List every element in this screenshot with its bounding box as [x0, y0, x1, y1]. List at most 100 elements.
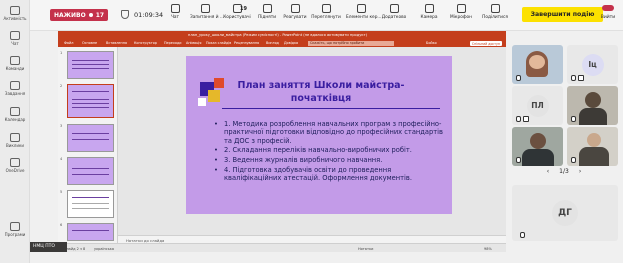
- bullet-item: 2. Складання переліків навчально-виробни…: [214, 146, 446, 155]
- rail-item-chat[interactable]: Чат: [0, 31, 30, 46]
- ppt-tab[interactable]: Переходи: [164, 41, 182, 45]
- bell-icon: [10, 6, 20, 15]
- participant-count: 19: [240, 6, 247, 12]
- participant-photo: [522, 149, 554, 166]
- mic-icon: [571, 157, 576, 163]
- chat-icon: [10, 31, 20, 40]
- participant-tile[interactable]: [567, 86, 618, 125]
- rail-item-teams[interactable]: Команди: [0, 56, 30, 71]
- qa-button[interactable]: Запитання й ...: [190, 4, 224, 20]
- mic-icon: [516, 157, 521, 163]
- slide-thumbnail[interactable]: [67, 223, 114, 241]
- end-event-button[interactable]: Завершити подію: [522, 7, 603, 22]
- bullet-item: 1. Методика розроблення навчальних прогр…: [214, 120, 446, 145]
- slide-thumbnail-selected[interactable]: [67, 84, 114, 118]
- slide-thumbnail[interactable]: [67, 124, 114, 152]
- avatar: ДГ: [552, 200, 578, 226]
- camera-off-icon: [523, 116, 529, 122]
- decor-square: [208, 90, 220, 102]
- apps-icon: [10, 222, 20, 231]
- rail-item-apps[interactable]: Програми: [0, 222, 30, 237]
- ppt-tab[interactable]: Показ слайдів: [206, 41, 231, 45]
- avatar: Іц: [581, 53, 604, 76]
- slide-thumbnail[interactable]: [67, 157, 114, 185]
- viewer-count: 17: [95, 11, 105, 19]
- live-label: НАЖИВО: [54, 11, 86, 19]
- ppt-tab[interactable]: Анімація: [186, 41, 201, 45]
- chat-button[interactable]: Чат: [160, 4, 190, 20]
- share-icon: [490, 4, 500, 13]
- current-slide[interactable]: План заняття Школи майстра-початківця 1.…: [186, 56, 452, 214]
- ppt-tab[interactable]: Вставлення: [106, 41, 127, 45]
- participant-photo: [579, 108, 607, 125]
- slide-thumbnail[interactable]: [67, 190, 114, 218]
- slide-thumbnail[interactable]: [67, 51, 114, 79]
- ppt-tab[interactable]: Основне: [82, 41, 97, 45]
- language-indicator: українська: [94, 246, 115, 251]
- react-button[interactable]: Реагувати: [280, 4, 310, 20]
- teams-icon: [10, 56, 20, 65]
- decor-square: [198, 98, 206, 106]
- participant-pager: ‹ 1/3 ›: [514, 168, 614, 175]
- view-icon: [321, 4, 331, 13]
- mic-off-icon: [520, 232, 525, 238]
- ppt-tab[interactable]: Конструктор: [134, 41, 157, 45]
- rail-item-calls[interactable]: Виклики: [0, 133, 30, 148]
- raise-hand-button[interactable]: Підняти: [252, 4, 282, 20]
- assignments-icon: [10, 81, 20, 90]
- ppt-tab[interactable]: Довідка: [284, 41, 298, 45]
- participant-tile[interactable]: [512, 45, 563, 84]
- meeting-timer: 01:09:34: [134, 11, 164, 19]
- camera-off-icon: [578, 75, 584, 81]
- calendar-icon: [10, 107, 20, 116]
- rail-item-calendar[interactable]: Календар: [0, 107, 30, 122]
- camera-icon: [424, 4, 434, 13]
- ppt-share-button[interactable]: Спільний доступ: [469, 41, 502, 46]
- notes-toggle[interactable]: Нотатки: [358, 247, 373, 251]
- more-button[interactable]: Додатково: [379, 4, 409, 20]
- ppt-account[interactable]: Бойко: [426, 41, 437, 45]
- participant-face: [529, 55, 545, 69]
- people-button[interactable]: 19 Користувачі: [222, 4, 252, 20]
- mic-off-icon: [571, 75, 576, 81]
- camera-button[interactable]: Камера: [414, 4, 444, 20]
- controls-icon: [356, 4, 366, 13]
- mic-icon: [516, 75, 521, 81]
- ppt-workspace: 1 2 3 4 5 6 План заняття Школи майстра-п…: [58, 47, 506, 243]
- raise-hand-icon: [262, 4, 272, 13]
- ppt-title-bar: план_уроку_школи_майстра (Режим суміснос…: [58, 31, 506, 39]
- participant-tile-large[interactable]: ДГ: [512, 185, 618, 241]
- slide-bullets: 1. Методика розроблення навчальних прогр…: [214, 120, 446, 184]
- participant-tile[interactable]: Іц: [567, 45, 618, 84]
- ppt-tab[interactable]: Вигляд: [266, 41, 279, 45]
- participant-tile[interactable]: [512, 127, 563, 166]
- zoom-level[interactable]: 98%: [484, 247, 492, 251]
- mic-button[interactable]: Мікрофон: [446, 4, 476, 20]
- leave-button[interactable]: Вийти: [596, 5, 620, 20]
- mic-icon: [456, 4, 466, 13]
- share-button[interactable]: Поділитися: [480, 4, 510, 20]
- chevron-right-icon[interactable]: ›: [579, 168, 581, 175]
- slide-title: План заняття Школи майстра-початківця: [237, 80, 405, 104]
- ppt-status-bar: Слайд 2 з 8 українська Нотатки 98%: [58, 243, 506, 252]
- slide-notes[interactable]: Нотатки до слайда: [118, 235, 506, 243]
- react-icon: [290, 4, 300, 13]
- participant-tile[interactable]: [567, 127, 618, 166]
- participant-tile[interactable]: ПЛ: [512, 86, 563, 125]
- rail-item-activity[interactable]: Активність: [0, 6, 30, 21]
- rail-item-assignments[interactable]: Завдання: [0, 81, 30, 96]
- view-button[interactable]: Переглянути: [311, 4, 341, 20]
- ppt-tab[interactable]: Файл: [64, 41, 73, 45]
- chat-icon: [170, 4, 180, 13]
- meeting-toolbar: НАЖИВО 17 01:09:34 Чат Запитання й ... 1…: [30, 0, 623, 31]
- more-icon: [389, 4, 399, 13]
- ppt-search-box[interactable]: Скажіть, що потрібно зробити: [308, 40, 394, 46]
- chevron-left-icon[interactable]: ‹: [547, 168, 549, 175]
- rail-item-onedrive[interactable]: OneDrive: [0, 158, 30, 173]
- participant-face: [530, 133, 546, 149]
- ppt-tab[interactable]: Рецензування: [234, 41, 259, 45]
- page-indicator: 1/3: [559, 168, 569, 175]
- controls-button[interactable]: Елементи кер...: [346, 4, 382, 20]
- app-rail: Активність Чат Команди Завдання Календар…: [0, 0, 30, 263]
- phone-icon: [10, 133, 20, 142]
